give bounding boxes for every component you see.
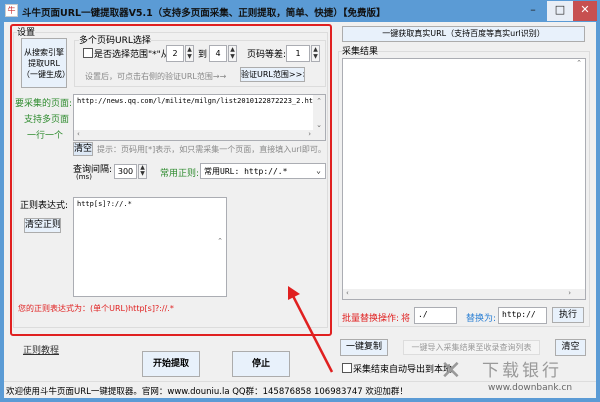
minimize-button[interactable]: – bbox=[520, 1, 546, 21]
results-textarea[interactable] bbox=[342, 58, 586, 300]
import-results-button[interactable]: 一键导入采集结果至收录查询列表 bbox=[403, 340, 540, 355]
start-extract-button[interactable]: 开始提取 bbox=[142, 351, 200, 377]
title-bar[interactable]: 牛 斗牛页面URL一键提取器V5.1（支持多页面采集、正则提取，简单、快捷）【免… bbox=[0, 0, 600, 22]
auto-export-label: 采集结束自动导出到本地 bbox=[353, 365, 453, 375]
replace-from-label: 将 bbox=[401, 314, 411, 324]
status-text: 欢迎使用斗牛页面URL一键提取器。官网：www.douniu.la QQ群：14… bbox=[6, 387, 408, 397]
watermark-logo-icon: ✕ bbox=[440, 356, 462, 386]
close-button[interactable]: ✕ bbox=[573, 1, 597, 21]
results-horizontal-scrollbar[interactable]: ‹ › bbox=[343, 289, 585, 299]
copy-all-button[interactable]: 一键复制 bbox=[340, 339, 388, 356]
replace-to-label: 替换为: bbox=[466, 314, 497, 324]
watermark-url: www.downbank.cn bbox=[486, 383, 575, 393]
regex-tutorial-link[interactable]: 正则教程 bbox=[23, 343, 59, 356]
watermark-text: 下载银行 bbox=[482, 361, 562, 381]
results-group-label: 采集结果 bbox=[342, 44, 379, 57]
auto-export-checkbox[interactable] bbox=[342, 363, 352, 373]
window-title: 斗牛页面URL一键提取器V5.1（支持多页面采集、正则提取，简单、快捷）【免费版… bbox=[22, 8, 386, 19]
replace-to-input[interactable]: http:// bbox=[498, 307, 547, 324]
execute-button[interactable]: 执行 bbox=[552, 307, 584, 323]
clear-results-button[interactable]: 清空 bbox=[555, 339, 586, 356]
stop-button[interactable]: 停止 bbox=[232, 351, 290, 377]
app-icon: 牛 bbox=[5, 4, 18, 17]
results-vertical-scrollbar[interactable]: ⌃ bbox=[573, 59, 585, 289]
replace-label: 批量替换操作: bbox=[342, 314, 400, 324]
get-real-url-button[interactable]: 一键获取真实URL（支持百度等真实url识别） bbox=[342, 26, 585, 42]
maximize-button[interactable]: □ bbox=[547, 1, 573, 21]
watermark: ✕ 下载银行 www.downbank.cn bbox=[440, 356, 590, 398]
replace-from-input[interactable]: ./ bbox=[414, 307, 457, 324]
